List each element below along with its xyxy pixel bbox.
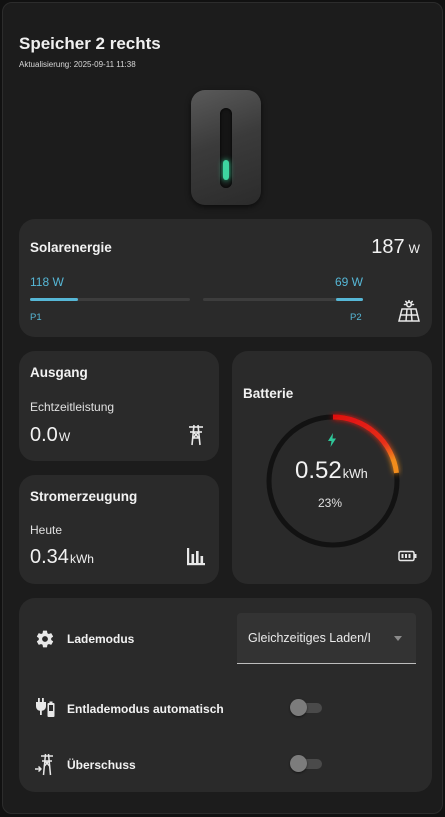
battery-energy: 0.52kWh <box>295 457 368 485</box>
solar-title: Solarenergie <box>30 240 112 255</box>
battery-icon <box>398 550 417 562</box>
charge-mode-selected-value: Gleichzeitiges Laden/I <box>248 631 371 645</box>
solar-total: 187 W <box>371 236 420 259</box>
surplus-label: Überschuss <box>67 758 136 772</box>
charge-mode-label: Lademodus <box>67 632 135 646</box>
output-subtitle: Echtzeitleistung <box>30 400 115 414</box>
plug-battery-icon <box>36 698 55 717</box>
p1-value: 118 W <box>30 275 64 289</box>
p1-label: P1 <box>30 312 42 323</box>
controls-card: Lademodus Gleichzeitiges Laden/I Entlade… <box>19 598 432 792</box>
output-value-number: 0.0 <box>30 424 58 446</box>
battery-energy-value: 0.52 <box>295 457 342 484</box>
generation-value-unit: kWh <box>69 552 94 566</box>
p2-bar-fill <box>335 298 363 301</box>
p1-bar-fill <box>30 298 78 301</box>
generation-subtitle: Heute <box>30 523 63 537</box>
bar-chart-icon <box>187 548 205 566</box>
p1-bar <box>30 298 190 301</box>
output-title: Ausgang <box>30 365 88 380</box>
battery-title: Batterie <box>243 386 294 401</box>
dropdown-arrow-icon <box>394 636 402 641</box>
device-image <box>191 90 261 205</box>
app-frame: Speicher 2 rechts Aktualisierung: 2025-0… <box>2 2 443 814</box>
battery-card[interactable]: Batterie 0.52kWh 23% <box>232 351 432 584</box>
generation-title: Stromerzeugung <box>30 489 138 504</box>
charge-mode-select[interactable]: Gleichzeitiges Laden/I <box>237 613 416 664</box>
generation-card[interactable]: Stromerzeugung Heute 0.34kWh <box>19 475 219 584</box>
output-value: 0.0W <box>30 424 70 447</box>
solar-total-value: 187 <box>371 236 405 258</box>
solar-total-unit: W <box>408 242 420 256</box>
auto-discharge-toggle-knob <box>290 699 307 716</box>
lightning-bolt-icon <box>328 433 336 447</box>
last-updated-text: Aktualisierung: 2025-09-11 11:38 <box>19 60 136 69</box>
p2-value: 69 W <box>335 275 364 289</box>
p2-bar <box>203 298 363 301</box>
tower-export-icon <box>35 753 53 776</box>
surplus-toggle[interactable] <box>290 754 324 774</box>
solar-panel-icon <box>398 300 420 322</box>
device-status-led <box>223 160 229 180</box>
generation-value: 0.34kWh <box>30 546 94 569</box>
page-title: Speicher 2 rechts <box>19 34 161 53</box>
battery-percent: 23% <box>318 496 343 510</box>
auto-discharge-label: Entlademodus automatisch <box>67 702 224 716</box>
auto-discharge-toggle[interactable] <box>290 698 324 718</box>
battery-energy-unit: kWh <box>342 467 368 481</box>
p2-label: P2 <box>350 312 362 323</box>
generation-value-number: 0.34 <box>30 546 69 568</box>
solar-card[interactable]: Solarenergie 187 W 118 W P1 69 W P2 <box>19 219 432 337</box>
surplus-toggle-knob <box>290 755 307 772</box>
transmission-tower-icon <box>189 424 203 446</box>
output-value-unit: W <box>58 430 71 444</box>
output-card[interactable]: Ausgang Echtzeitleistung 0.0W <box>19 351 219 461</box>
gear-icon <box>36 630 54 648</box>
